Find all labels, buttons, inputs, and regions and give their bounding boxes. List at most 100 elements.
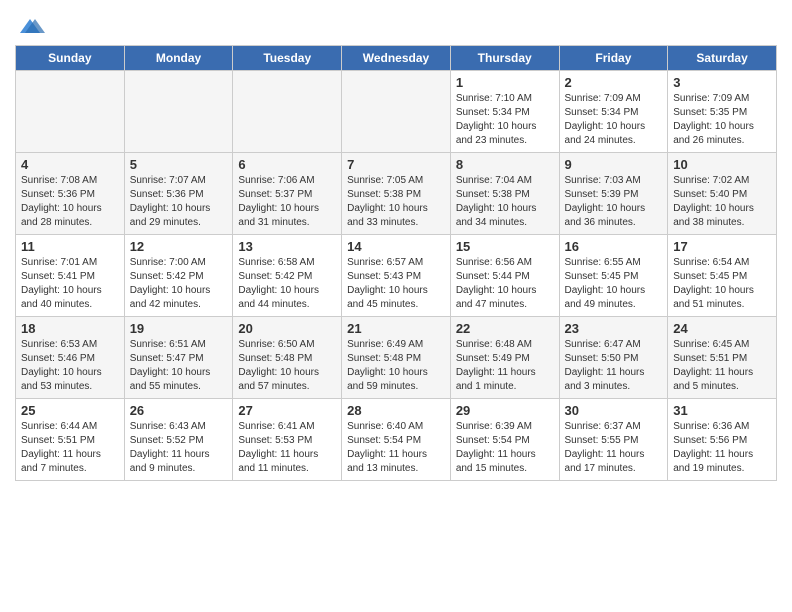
- calendar-cell: 24 Sunrise: 6:45 AM Sunset: 5:51 PM Dayli…: [668, 317, 777, 399]
- day-number: 30: [565, 403, 663, 418]
- day-info: Sunrise: 6:45 AM Sunset: 5:51 PM Dayligh…: [673, 338, 771, 394]
- header: [15, 10, 777, 37]
- calendar-cell: 29 Sunrise: 6:39 AM Sunset: 5:54 PM Dayli…: [450, 399, 559, 481]
- day-number: 12: [130, 239, 228, 254]
- calendar-cell: 26 Sunrise: 6:43 AM Sunset: 5:52 PM Dayli…: [124, 399, 233, 481]
- calendar-cell: 10Sunrise: 7:02 AM Sunset: 5:40 PM Dayli…: [668, 153, 777, 235]
- day-info: Sunrise: 7:00 AM Sunset: 5:42 PM Dayligh…: [130, 256, 228, 312]
- day-info: Sunrise: 6:57 AM Sunset: 5:43 PM Dayligh…: [347, 256, 445, 312]
- day-number: 31: [673, 403, 771, 418]
- day-info: Sunrise: 6:58 AM Sunset: 5:42 PM Dayligh…: [238, 256, 336, 312]
- calendar-cell: 6Sunrise: 7:06 AM Sunset: 5:37 PM Daylig…: [233, 153, 342, 235]
- day-number: 3: [673, 75, 771, 90]
- col-header-monday: Monday: [124, 46, 233, 71]
- day-info: Sunrise: 7:01 AM Sunset: 5:41 PM Dayligh…: [21, 256, 119, 312]
- day-number: 13: [238, 239, 336, 254]
- calendar-cell: 17 Sunrise: 6:54 AM Sunset: 5:45 PM Dayli…: [668, 235, 777, 317]
- calendar-cell: 15 Sunrise: 6:56 AM Sunset: 5:44 PM Dayli…: [450, 235, 559, 317]
- day-info: Sunrise: 6:48 AM Sunset: 5:49 PM Dayligh…: [456, 338, 554, 394]
- day-info: Sunrise: 6:36 AM Sunset: 5:56 PM Dayligh…: [673, 420, 771, 476]
- day-info: Sunrise: 6:54 AM Sunset: 5:45 PM Dayligh…: [673, 256, 771, 312]
- day-number: 4: [21, 157, 119, 172]
- day-number: 24: [673, 321, 771, 336]
- day-number: 25: [21, 403, 119, 418]
- calendar-cell: 2 Sunrise: 7:09 AM Sunset: 5:34 PM Daylig…: [559, 71, 668, 153]
- week-row-4: 18 Sunrise: 6:53 AM Sunset: 5:46 PM Dayli…: [16, 317, 777, 399]
- col-header-tuesday: Tuesday: [233, 46, 342, 71]
- day-number: 17: [673, 239, 771, 254]
- day-number: 19: [130, 321, 228, 336]
- week-row-5: 25 Sunrise: 6:44 AM Sunset: 5:51 PM Dayli…: [16, 399, 777, 481]
- day-info: Sunrise: 6:40 AM Sunset: 5:54 PM Dayligh…: [347, 420, 445, 476]
- day-number: 29: [456, 403, 554, 418]
- day-number: 22: [456, 321, 554, 336]
- calendar-cell: [233, 71, 342, 153]
- day-info: Sunrise: 6:39 AM Sunset: 5:54 PM Dayligh…: [456, 420, 554, 476]
- day-info: Sunrise: 6:53 AM Sunset: 5:46 PM Dayligh…: [21, 338, 119, 394]
- calendar-cell: 30 Sunrise: 6:37 AM Sunset: 5:55 PM Dayli…: [559, 399, 668, 481]
- day-number: 26: [130, 403, 228, 418]
- week-row-2: 4Sunrise: 7:08 AM Sunset: 5:36 PM Daylig…: [16, 153, 777, 235]
- day-info: Sunrise: 7:03 AM Sunset: 5:39 PM Dayligh…: [565, 174, 663, 230]
- calendar-cell: [124, 71, 233, 153]
- week-row-3: 11 Sunrise: 7:01 AM Sunset: 5:41 PM Dayli…: [16, 235, 777, 317]
- day-info: Sunrise: 6:47 AM Sunset: 5:50 PM Dayligh…: [565, 338, 663, 394]
- day-info: Sunrise: 6:37 AM Sunset: 5:55 PM Dayligh…: [565, 420, 663, 476]
- day-number: 11: [21, 239, 119, 254]
- col-header-sunday: Sunday: [16, 46, 125, 71]
- calendar-cell: 22 Sunrise: 6:48 AM Sunset: 5:49 PM Dayli…: [450, 317, 559, 399]
- day-info: Sunrise: 6:55 AM Sunset: 5:45 PM Dayligh…: [565, 256, 663, 312]
- day-info: Sunrise: 6:49 AM Sunset: 5:48 PM Dayligh…: [347, 338, 445, 394]
- day-number: 8: [456, 157, 554, 172]
- day-number: 9: [565, 157, 663, 172]
- logo-icon: [15, 15, 45, 37]
- calendar-cell: 7Sunrise: 7:05 AM Sunset: 5:38 PM Daylig…: [342, 153, 451, 235]
- day-info: Sunrise: 7:10 AM Sunset: 5:34 PM Dayligh…: [456, 92, 554, 148]
- calendar-cell: 18 Sunrise: 6:53 AM Sunset: 5:46 PM Dayli…: [16, 317, 125, 399]
- calendar-cell: 1 Sunrise: 7:10 AM Sunset: 5:34 PM Daylig…: [450, 71, 559, 153]
- calendar-cell: 27Sunrise: 6:41 AM Sunset: 5:53 PM Dayli…: [233, 399, 342, 481]
- col-header-thursday: Thursday: [450, 46, 559, 71]
- calendar-cell: 11 Sunrise: 7:01 AM Sunset: 5:41 PM Dayli…: [16, 235, 125, 317]
- calendar-cell: [16, 71, 125, 153]
- calendar-cell: 9 Sunrise: 7:03 AM Sunset: 5:39 PM Daylig…: [559, 153, 668, 235]
- day-number: 6: [238, 157, 336, 172]
- day-number: 14: [347, 239, 445, 254]
- calendar-cell: 4Sunrise: 7:08 AM Sunset: 5:36 PM Daylig…: [16, 153, 125, 235]
- day-number: 16: [565, 239, 663, 254]
- calendar-cell: 28Sunrise: 6:40 AM Sunset: 5:54 PM Dayli…: [342, 399, 451, 481]
- calendar-cell: 19 Sunrise: 6:51 AM Sunset: 5:47 PM Dayli…: [124, 317, 233, 399]
- calendar-table: SundayMondayTuesdayWednesdayThursdayFrid…: [15, 45, 777, 481]
- calendar-cell: 21Sunrise: 6:49 AM Sunset: 5:48 PM Dayli…: [342, 317, 451, 399]
- calendar-cell: 14 Sunrise: 6:57 AM Sunset: 5:43 PM Dayli…: [342, 235, 451, 317]
- day-info: Sunrise: 6:56 AM Sunset: 5:44 PM Dayligh…: [456, 256, 554, 312]
- col-header-saturday: Saturday: [668, 46, 777, 71]
- day-number: 20: [238, 321, 336, 336]
- day-number: 2: [565, 75, 663, 90]
- day-info: Sunrise: 7:07 AM Sunset: 5:36 PM Dayligh…: [130, 174, 228, 230]
- day-number: 10: [673, 157, 771, 172]
- calendar-cell: 3Sunrise: 7:09 AM Sunset: 5:35 PM Daylig…: [668, 71, 777, 153]
- day-info: Sunrise: 6:43 AM Sunset: 5:52 PM Dayligh…: [130, 420, 228, 476]
- day-info: Sunrise: 6:51 AM Sunset: 5:47 PM Dayligh…: [130, 338, 228, 394]
- day-number: 18: [21, 321, 119, 336]
- day-info: Sunrise: 6:44 AM Sunset: 5:51 PM Dayligh…: [21, 420, 119, 476]
- day-number: 27: [238, 403, 336, 418]
- calendar-cell: 25 Sunrise: 6:44 AM Sunset: 5:51 PM Dayli…: [16, 399, 125, 481]
- day-number: 1: [456, 75, 554, 90]
- day-info: Sunrise: 6:50 AM Sunset: 5:48 PM Dayligh…: [238, 338, 336, 394]
- day-number: 5: [130, 157, 228, 172]
- calendar-cell: 5 Sunrise: 7:07 AM Sunset: 5:36 PM Daylig…: [124, 153, 233, 235]
- calendar-cell: 20 Sunrise: 6:50 AM Sunset: 5:48 PM Dayli…: [233, 317, 342, 399]
- calendar-header-row: SundayMondayTuesdayWednesdayThursdayFrid…: [16, 46, 777, 71]
- calendar-cell: 13 Sunrise: 6:58 AM Sunset: 5:42 PM Dayli…: [233, 235, 342, 317]
- logo: [15, 15, 47, 37]
- calendar-cell: 8 Sunrise: 7:04 AM Sunset: 5:38 PM Daylig…: [450, 153, 559, 235]
- day-info: Sunrise: 7:04 AM Sunset: 5:38 PM Dayligh…: [456, 174, 554, 230]
- calendar-cell: 16 Sunrise: 6:55 AM Sunset: 5:45 PM Dayli…: [559, 235, 668, 317]
- day-number: 15: [456, 239, 554, 254]
- calendar-cell: [342, 71, 451, 153]
- day-info: Sunrise: 7:09 AM Sunset: 5:34 PM Dayligh…: [565, 92, 663, 148]
- col-header-friday: Friday: [559, 46, 668, 71]
- col-header-wednesday: Wednesday: [342, 46, 451, 71]
